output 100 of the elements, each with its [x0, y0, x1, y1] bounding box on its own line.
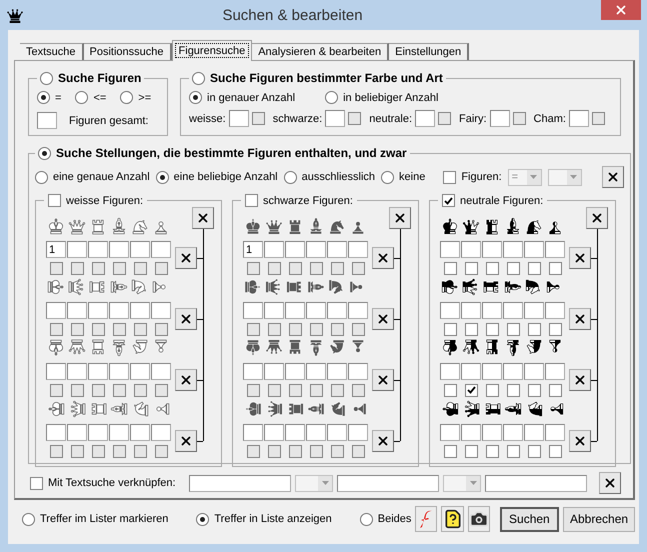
checkbox[interactable] — [154, 322, 168, 336]
checkbox[interactable] — [50, 322, 62, 336]
count-field[interactable] — [46, 424, 66, 441]
clear-button[interactable] — [372, 308, 394, 330]
checkbox[interactable] — [134, 384, 146, 396]
checkbox[interactable] — [50, 384, 62, 396]
clear-button[interactable] — [175, 308, 197, 330]
count-field[interactable] — [151, 241, 171, 258]
count-field[interactable] — [524, 241, 544, 258]
clear-button[interactable] — [175, 430, 197, 452]
radio-button[interactable] — [38, 146, 51, 160]
checkbox[interactable] — [444, 262, 456, 274]
count-field[interactable] — [243, 424, 263, 441]
checkbox[interactable] — [246, 384, 260, 396]
checkbox[interactable] — [330, 322, 344, 336]
count-field[interactable] — [109, 241, 129, 258]
count-field[interactable] — [482, 302, 502, 319]
checkbox[interactable] — [548, 444, 562, 458]
count-field[interactable] — [348, 363, 368, 380]
count-field[interactable] — [440, 241, 460, 258]
clear-button[interactable] — [569, 247, 591, 269]
count-field[interactable] — [461, 424, 481, 441]
count-field[interactable] — [490, 110, 510, 127]
checkbox[interactable] — [268, 262, 280, 274]
count-field[interactable] — [503, 363, 523, 380]
count-field[interactable] — [109, 363, 129, 380]
clear-button[interactable] — [569, 308, 591, 330]
checkbox[interactable] — [442, 194, 455, 207]
checkbox[interactable] — [464, 262, 478, 274]
checkbox[interactable] — [444, 322, 456, 336]
radio-button[interactable] — [37, 91, 50, 104]
checkbox[interactable] — [50, 444, 62, 458]
checkbox[interactable] — [288, 322, 302, 336]
checkbox[interactable] — [92, 444, 104, 458]
count-field[interactable] — [440, 363, 460, 380]
checkbox[interactable] — [464, 322, 478, 336]
checkbox[interactable] — [134, 444, 146, 458]
count-field[interactable] — [545, 424, 565, 441]
checkbox[interactable] — [154, 444, 168, 458]
command-button[interactable]: Suchen — [500, 506, 559, 532]
count-field[interactable] — [67, 302, 87, 319]
clear-button[interactable] — [372, 430, 394, 452]
clear-button[interactable] — [372, 247, 394, 269]
radio-button[interactable] — [75, 91, 88, 104]
checkbox[interactable] — [464, 444, 478, 458]
checkbox[interactable] — [245, 194, 258, 207]
count-field[interactable] — [88, 241, 108, 258]
count-field[interactable] — [482, 363, 502, 380]
checkbox[interactable] — [486, 444, 498, 458]
checkbox[interactable] — [512, 112, 526, 125]
count-field[interactable] — [348, 424, 368, 441]
tab[interactable]: Einstellungen — [389, 43, 470, 60]
checkbox[interactable] — [246, 322, 260, 336]
checkbox[interactable] — [444, 444, 456, 458]
checkbox[interactable] — [506, 262, 520, 274]
text-field[interactable] — [188, 474, 291, 492]
count-field[interactable] — [545, 302, 565, 319]
radio-button[interactable] — [196, 512, 210, 526]
count-field[interactable] — [130, 302, 150, 319]
checkbox[interactable] — [352, 262, 364, 274]
count-field[interactable] — [228, 110, 249, 127]
radio-button[interactable] — [325, 91, 338, 104]
checkbox[interactable] — [288, 444, 302, 458]
count-field[interactable] — [109, 424, 129, 441]
checkbox[interactable] — [486, 262, 498, 274]
tab[interactable]: Analysieren & bearbeiten — [252, 43, 390, 60]
checkbox[interactable] — [268, 444, 280, 458]
clear-button[interactable] — [599, 472, 622, 494]
count-field[interactable] — [151, 363, 171, 380]
radio-button[interactable] — [120, 91, 134, 104]
count-field[interactable] — [37, 112, 57, 129]
checkbox[interactable] — [92, 384, 104, 396]
checkbox[interactable] — [112, 444, 126, 458]
count-field[interactable] — [327, 302, 347, 319]
checkbox[interactable] — [70, 444, 84, 458]
count-field[interactable] — [88, 302, 108, 319]
checkbox[interactable] — [548, 384, 562, 396]
count-field[interactable] — [46, 363, 66, 380]
count-field[interactable] — [67, 424, 87, 441]
count-field[interactable] — [151, 302, 171, 319]
count-field[interactable] — [306, 241, 326, 258]
checkbox[interactable] — [352, 384, 364, 396]
count-field[interactable] — [243, 302, 263, 319]
clear-button[interactable] — [569, 369, 591, 391]
checkbox[interactable] — [70, 384, 84, 396]
clear-button[interactable] — [602, 166, 624, 188]
radio-button[interactable] — [360, 512, 373, 526]
radio-button[interactable] — [284, 170, 297, 184]
count-field[interactable] — [348, 241, 368, 258]
count-field[interactable] — [306, 363, 326, 380]
count-field[interactable] — [327, 363, 347, 380]
count-field[interactable] — [461, 241, 481, 258]
count-field[interactable] — [440, 302, 460, 319]
checkbox[interactable] — [352, 444, 364, 458]
checkbox[interactable] — [154, 262, 168, 274]
count-field[interactable] — [46, 302, 66, 319]
radio-button[interactable] — [381, 170, 394, 184]
count-dropdown[interactable] — [548, 168, 582, 186]
count-field[interactable] — [348, 302, 368, 319]
checkbox[interactable] — [330, 444, 344, 458]
